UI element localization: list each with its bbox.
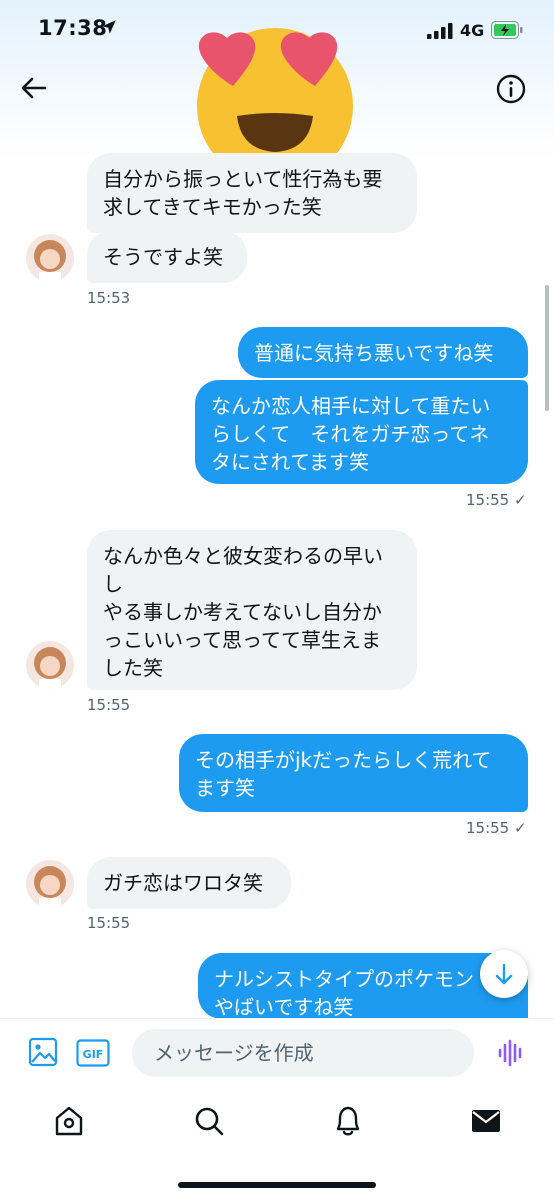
- signal-bars-icon: [427, 23, 453, 39]
- info-icon[interactable]: [495, 73, 527, 105]
- message-incoming: そうですよ笑: [87, 231, 247, 283]
- message-timestamp: 15:55: [87, 696, 131, 714]
- voice-message-icon[interactable]: [496, 1038, 526, 1068]
- heart-eyes-emoji: [197, 28, 353, 174]
- scrollbar[interactable]: [545, 285, 549, 411]
- message-outgoing: ナルシストタイプのポケモン やばいですね笑: [198, 953, 528, 1019]
- message-timestamp: 15:55 ✓: [466, 491, 527, 509]
- message-timestamp: 15:53: [87, 289, 131, 307]
- battery-charging-icon: [491, 21, 523, 39]
- message-timestamp: 15:55 ✓: [466, 819, 527, 837]
- message-incoming: 自分から振っといて性行為も要 求してきてキモかった笑: [87, 153, 417, 233]
- avatar[interactable]: [26, 641, 74, 689]
- arrow-down-icon: [495, 963, 513, 985]
- gif-icon: GIF: [76, 1039, 110, 1067]
- status-time: 17:38: [38, 16, 108, 40]
- network-type: 4G: [460, 21, 485, 40]
- message-outgoing: その相手がjkだったらしく荒れて ます笑: [179, 734, 528, 812]
- search-icon[interactable]: [193, 1104, 225, 1138]
- message-incoming: ガチ恋はワロタ笑: [87, 857, 291, 909]
- image-icon[interactable]: [28, 1037, 58, 1067]
- messages-icon[interactable]: [470, 1104, 502, 1138]
- home-icon[interactable]: [53, 1104, 85, 1138]
- location-arrow-icon: [102, 20, 116, 34]
- notifications-icon[interactable]: [332, 1104, 364, 1138]
- avatar[interactable]: [26, 860, 74, 908]
- back-arrow-icon[interactable]: [18, 72, 50, 104]
- message-timestamp: 15:55: [87, 914, 131, 932]
- home-indicator: [178, 1182, 376, 1188]
- message-incoming: なんか色々と彼女変わるの早い し やる事しか考えてないし自分か っこいいって思っ…: [87, 530, 417, 690]
- avatar[interactable]: [26, 234, 74, 282]
- message-outgoing: なんか恋人相手に対して重たい らしくて それをガチ恋ってネ タにされてます笑: [195, 380, 528, 484]
- message-outgoing: 普通に気持ち悪いですね笑: [238, 327, 528, 378]
- gif-label: GIF: [83, 1048, 104, 1061]
- scroll-to-bottom-button[interactable]: [480, 950, 528, 998]
- gif-button[interactable]: GIF: [76, 1039, 110, 1067]
- message-input[interactable]: [132, 1029, 474, 1077]
